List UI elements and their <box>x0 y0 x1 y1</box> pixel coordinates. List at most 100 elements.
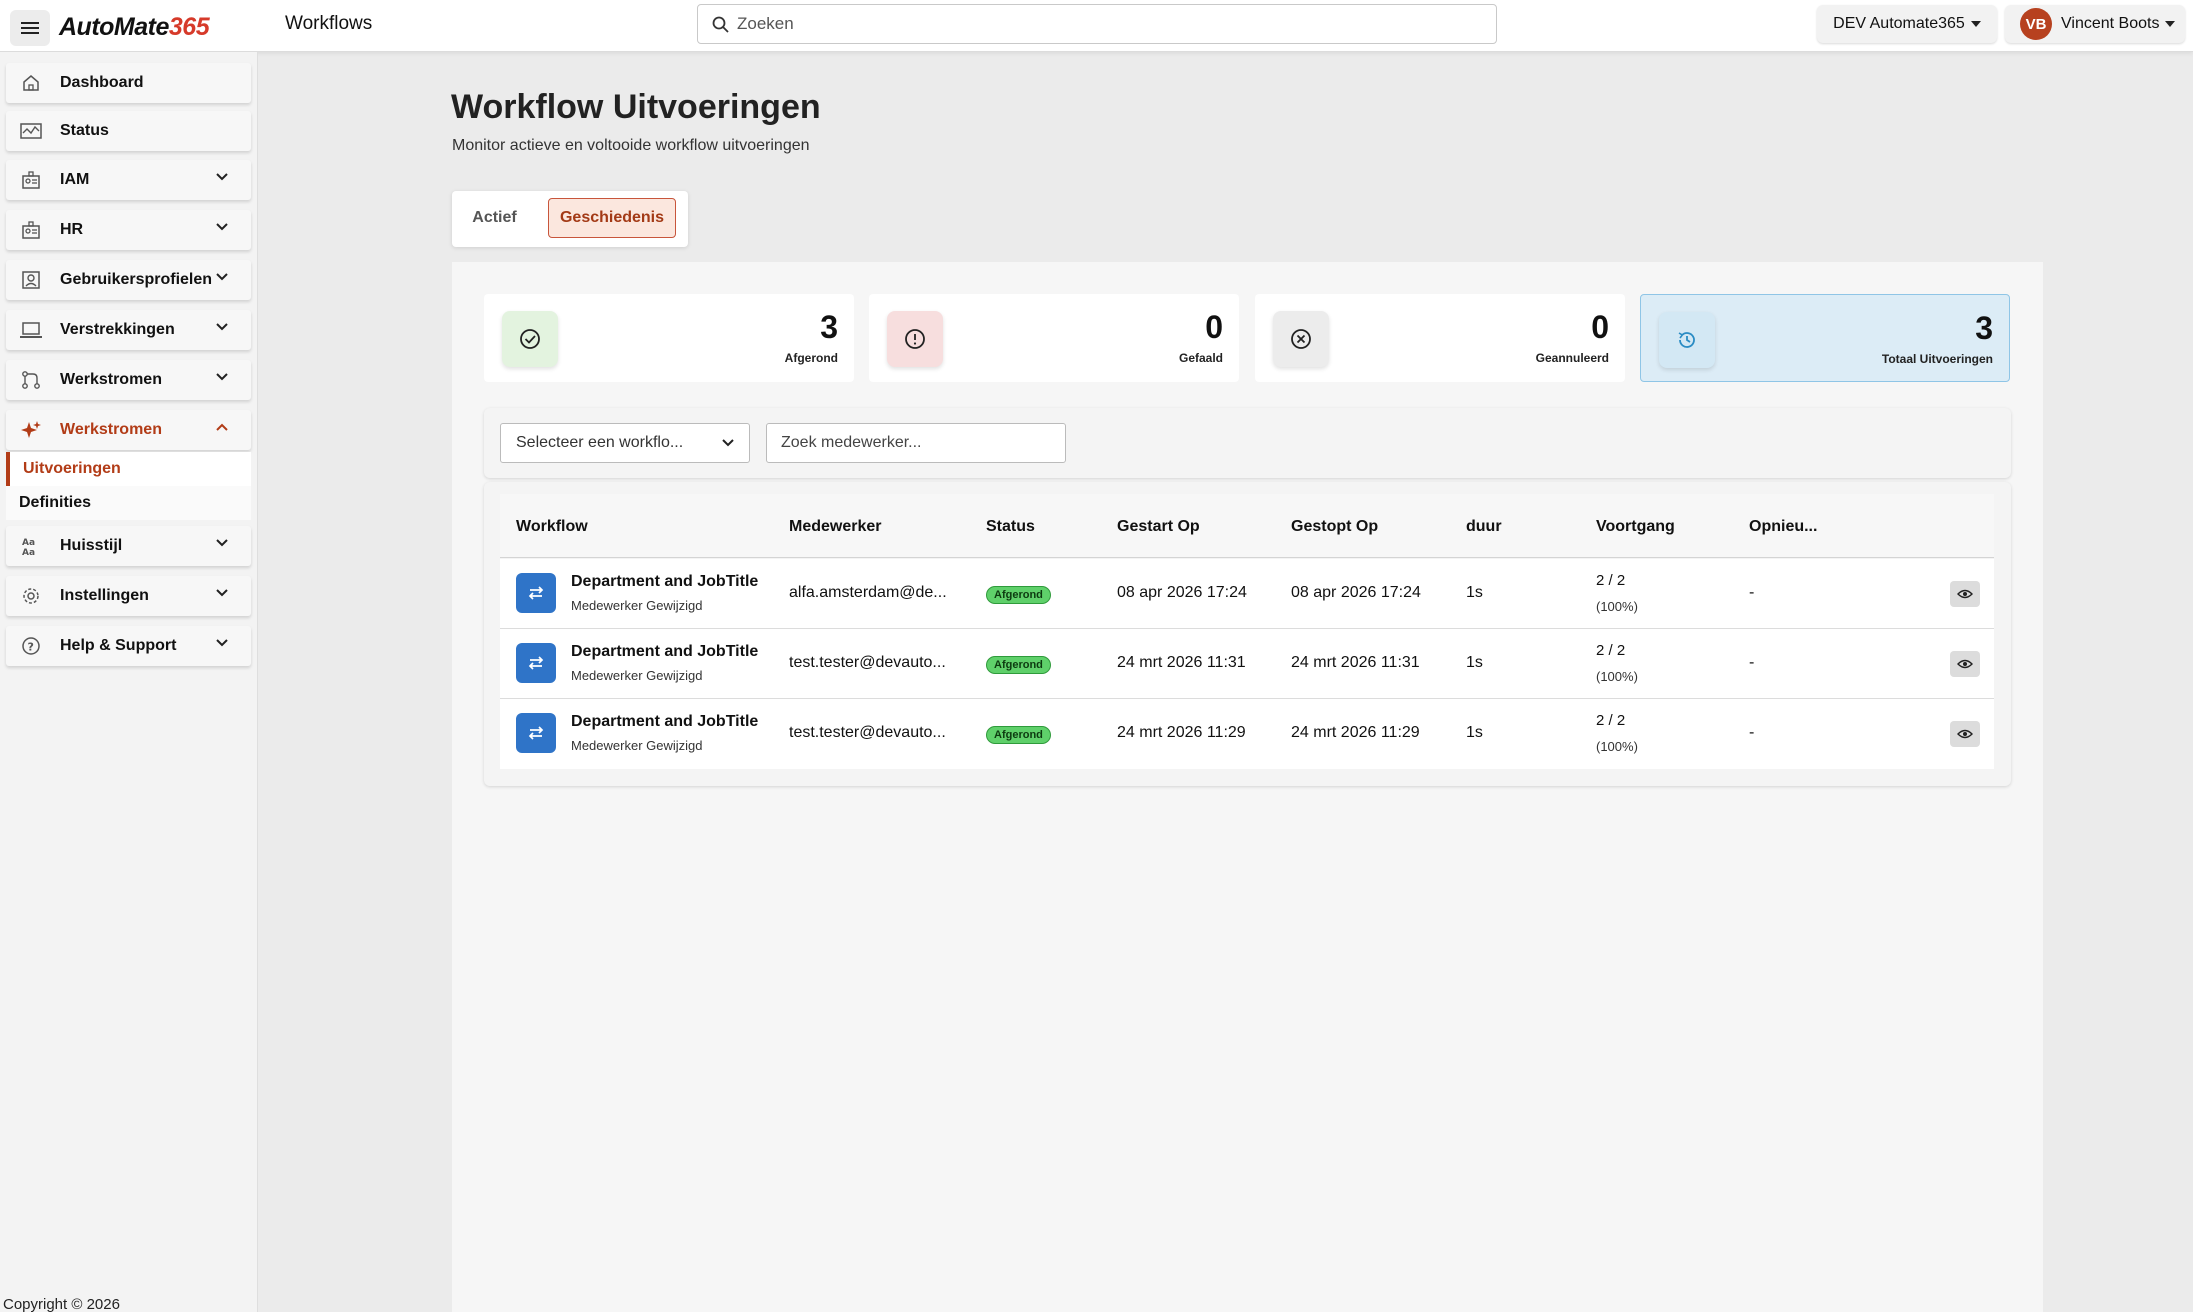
sidebar-item-label: Dashboard <box>60 74 144 91</box>
sidebar-item-label: Gebruikersprofielen <box>60 271 213 288</box>
hamburger-icon <box>21 22 39 34</box>
page-subtitle: Monitor actieve en voltooide workflow ui… <box>452 137 810 154</box>
sidebar-item-werkstromen[interactable]: Werkstromen <box>6 360 251 400</box>
chevron-down-icon <box>216 323 228 331</box>
sidebar-item-iam[interactable]: IAM <box>6 160 251 200</box>
retry-cell: - <box>1749 584 1755 601</box>
sidebar-item-label: Werkstromen <box>60 371 162 388</box>
stopped-cell: 24 mrt 2026 11:29 <box>1291 724 1420 741</box>
employee-search-input[interactable] <box>766 423 1066 463</box>
gear-icon <box>20 585 42 607</box>
table-row[interactable]: Department and JobTitle Medewerker Gewij… <box>500 629 1994 699</box>
history-icon <box>1659 312 1715 368</box>
logo[interactable]: AutoMate365 <box>59 13 210 42</box>
sidebar-item-werkstromen-active[interactable]: Werkstromen <box>6 410 251 450</box>
table-row[interactable]: Department and JobTitle Medewerker Gewij… <box>500 559 1994 629</box>
swap-arrows-icon <box>516 643 556 683</box>
workflow-trigger: Medewerker Gewijzigd <box>571 598 703 613</box>
menu-button[interactable] <box>10 10 50 46</box>
employee-cell: alfa.amsterdam@de... <box>789 584 947 601</box>
tab-actief[interactable]: Actief <box>462 198 527 238</box>
chevron-down-icon <box>216 589 228 597</box>
caret-down-icon <box>1970 21 1981 27</box>
tab-geschiedenis[interactable]: Geschiedenis <box>548 198 676 238</box>
svg-text:?: ? <box>28 641 34 654</box>
chevron-down-icon <box>216 173 228 181</box>
workflow-select[interactable]: Selecteer een workflo... <box>500 423 750 463</box>
hr-icon <box>20 219 42 241</box>
executions-table: Workflow Medewerker Status Gestart Op Ge… <box>484 482 2011 786</box>
table-header: Workflow Medewerker Status Gestart Op Ge… <box>500 494 1994 558</box>
sidebar-item-help[interactable]: ? Help & Support <box>6 626 251 666</box>
column-header-status[interactable]: Status <box>986 518 1035 536</box>
column-header-duur[interactable]: duur <box>1466 518 1502 536</box>
progress-value: 2 / 2 <box>1596 712 1626 729</box>
sidebar-item-verstrekkingen[interactable]: Verstrekkingen <box>6 310 251 350</box>
column-header-gestopt-op[interactable]: Gestopt Op <box>1291 518 1378 536</box>
user-name: Vincent Boots <box>2061 15 2160 32</box>
sidebar-item-hr[interactable]: HR <box>6 210 251 250</box>
workflow-trigger: Medewerker Gewijzigd <box>571 738 703 753</box>
workflow-name: Department and JobTitle <box>571 713 758 730</box>
svg-text:Aa: Aa <box>22 538 35 548</box>
column-header-voortgang[interactable]: Voortgang <box>1596 518 1675 536</box>
sidebar-item-label: Instellingen <box>60 587 149 604</box>
sidebar-item-status[interactable]: Status <box>6 111 251 151</box>
stat-card-afgerond: 3 Afgerond <box>484 294 854 382</box>
chevron-up-icon <box>216 423 228 431</box>
sidebar-item-label: IAM <box>60 171 90 188</box>
user-menu[interactable]: VB Vincent Boots <box>2005 5 2185 43</box>
stat-value: 3 <box>1975 310 1993 346</box>
page-crumb: Workflows <box>285 13 373 34</box>
stat-value: 3 <box>820 309 838 345</box>
status-badge: Afgerond <box>986 656 1051 674</box>
stat-label: Totaal Uitvoeringen <box>1881 352 1993 366</box>
profile-icon <box>20 269 42 291</box>
sidebar-item-huisstijl[interactable]: Aa Aa Huisstijl <box>6 526 251 566</box>
view-button[interactable] <box>1950 651 1980 677</box>
workflow-select-value: Selecteer een workflo... <box>516 434 684 451</box>
started-cell: 24 mrt 2026 11:31 <box>1117 654 1246 671</box>
sidebar-subitem-definities[interactable]: Definities <box>6 486 251 520</box>
column-header-medewerker[interactable]: Medewerker <box>789 518 882 536</box>
view-button[interactable] <box>1950 581 1980 607</box>
logo-text-c: 365 <box>168 13 210 41</box>
sidebar-item-label: Help & Support <box>60 637 177 654</box>
sparkle-icon <box>20 419 42 441</box>
sidebar-subitem-uitvoeringen[interactable]: Uitvoeringen <box>6 452 251 486</box>
sidebar-item-instellingen[interactable]: Instellingen <box>6 576 251 616</box>
status-icon <box>20 120 42 142</box>
chevron-down-icon <box>216 373 228 381</box>
search-box[interactable] <box>697 4 1497 44</box>
sidebar: Dashboard Status IAM HR Gebruikersprofie… <box>0 52 258 1312</box>
duration-cell: 1s <box>1466 724 1483 741</box>
tab-bar: Actief Geschiedenis <box>452 191 688 247</box>
stopped-cell: 08 apr 2026 17:24 <box>1291 584 1421 601</box>
column-header-gestart-op[interactable]: Gestart Op <box>1117 518 1200 536</box>
sidebar-item-label: Werkstromen <box>60 421 162 438</box>
sidebar-item-label: HR <box>60 221 84 238</box>
progress-value: 2 / 2 <box>1596 572 1626 589</box>
swap-arrows-icon <box>516 713 556 753</box>
sidebar-item-gebruikersprofielen[interactable]: Gebruikersprofielen <box>6 260 251 300</box>
svg-text:Aa: Aa <box>22 548 35 556</box>
sidebar-item-dashboard[interactable]: Dashboard <box>6 63 251 103</box>
table-row[interactable]: Department and JobTitle Medewerker Gewij… <box>500 699 1994 769</box>
brand-icon: Aa Aa <box>20 535 42 557</box>
filter-bar: Selecteer een workflo... <box>484 408 2011 478</box>
workflow-name: Department and JobTitle <box>571 643 758 660</box>
stat-card-totaal: 3 Totaal Uitvoeringen <box>1640 294 2010 382</box>
copyright: Copyright © 2026 <box>3 1296 120 1312</box>
view-button[interactable] <box>1950 721 1980 747</box>
eye-icon <box>1957 729 1973 739</box>
environment-dropdown[interactable]: DEV Automate365 <box>1817 5 1997 43</box>
progress-percent: (100%) <box>1596 669 1638 684</box>
column-header-workflow[interactable]: Workflow <box>516 518 588 536</box>
column-header-opnieuw[interactable]: Opnieu... <box>1749 518 1817 536</box>
flow-icon <box>20 369 42 391</box>
help-icon: ? <box>20 635 42 657</box>
search-input[interactable] <box>737 14 1437 34</box>
environment-label: DEV Automate365 <box>1833 15 1965 32</box>
employee-cell: test.tester@devauto... <box>789 724 946 741</box>
check-circle-icon <box>502 311 558 367</box>
